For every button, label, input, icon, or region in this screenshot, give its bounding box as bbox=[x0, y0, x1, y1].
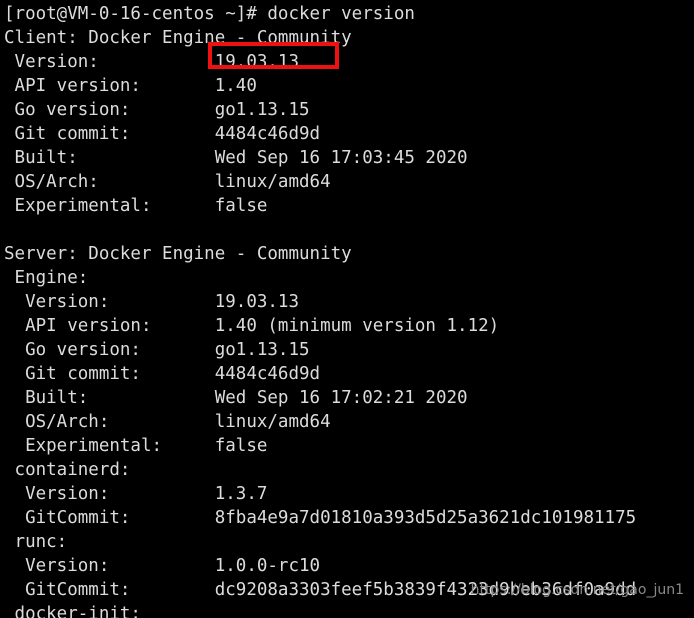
terminal-line-client-version: Version: 19.03.13 bbox=[4, 52, 300, 72]
terminal-line-containerd-version: Version: 1.3.7 bbox=[4, 484, 268, 504]
terminal-line-engine-api-version: API version: 1.40 (minimum version 1.12) bbox=[4, 316, 500, 336]
terminal-line-client-git-commit: Git commit: 4484c46d9d bbox=[4, 124, 321, 144]
terminal-line-client-built: Built: Wed Sep 16 17:03:45 2020 bbox=[4, 148, 468, 168]
terminal-line-engine-git-commit: Git commit: 4484c46d9d bbox=[4, 364, 321, 384]
terminal-line-engine-experimental: Experimental: false bbox=[4, 436, 268, 456]
terminal-line-client-go-version: Go version: go1.13.15 bbox=[4, 100, 310, 120]
terminal-line-engine-go-version: Go version: go1.13.15 bbox=[4, 340, 310, 360]
terminal-line-client-header: Client: Docker Engine - Community bbox=[4, 28, 352, 48]
terminal-line-client-experimental: Experimental: false bbox=[4, 196, 268, 216]
terminal-line-containerd: containerd: bbox=[4, 460, 131, 480]
terminal-line-runc-version: Version: 1.0.0-rc10 bbox=[4, 556, 321, 576]
terminal-line-client-api-version: API version: 1.40 bbox=[4, 76, 257, 96]
terminal-line-engine-version: Version: 19.03.13 bbox=[4, 292, 300, 312]
terminal-line-docker-init: docker-init: bbox=[4, 604, 141, 618]
terminal-line-prompt: [root@VM-0-16-centos ~]# docker version bbox=[4, 4, 415, 24]
terminal-line-server-engine: Engine: bbox=[4, 268, 89, 288]
terminal-line-engine-os-arch: OS/Arch: linux/amd64 bbox=[4, 412, 331, 432]
terminal-line-client-os-arch: OS/Arch: linux/amd64 bbox=[4, 172, 331, 192]
terminal-window[interactable]: [root@VM-0-16-centos ~]# docker version … bbox=[0, 0, 694, 618]
terminal-output[interactable]: [root@VM-0-16-centos ~]# docker version … bbox=[0, 0, 694, 618]
terminal-line-engine-built: Built: Wed Sep 16 17:02:21 2020 bbox=[4, 388, 468, 408]
terminal-line-runc: runc: bbox=[4, 532, 68, 552]
terminal-line-server-header: Server: Docker Engine - Community bbox=[4, 244, 352, 264]
terminal-line-containerd-gitcommit: GitCommit: 8fba4e9a7d01810a393d5d25a3621… bbox=[4, 508, 637, 528]
watermark-text: https://blog.csdn.net/gao_jun1 bbox=[470, 582, 684, 598]
